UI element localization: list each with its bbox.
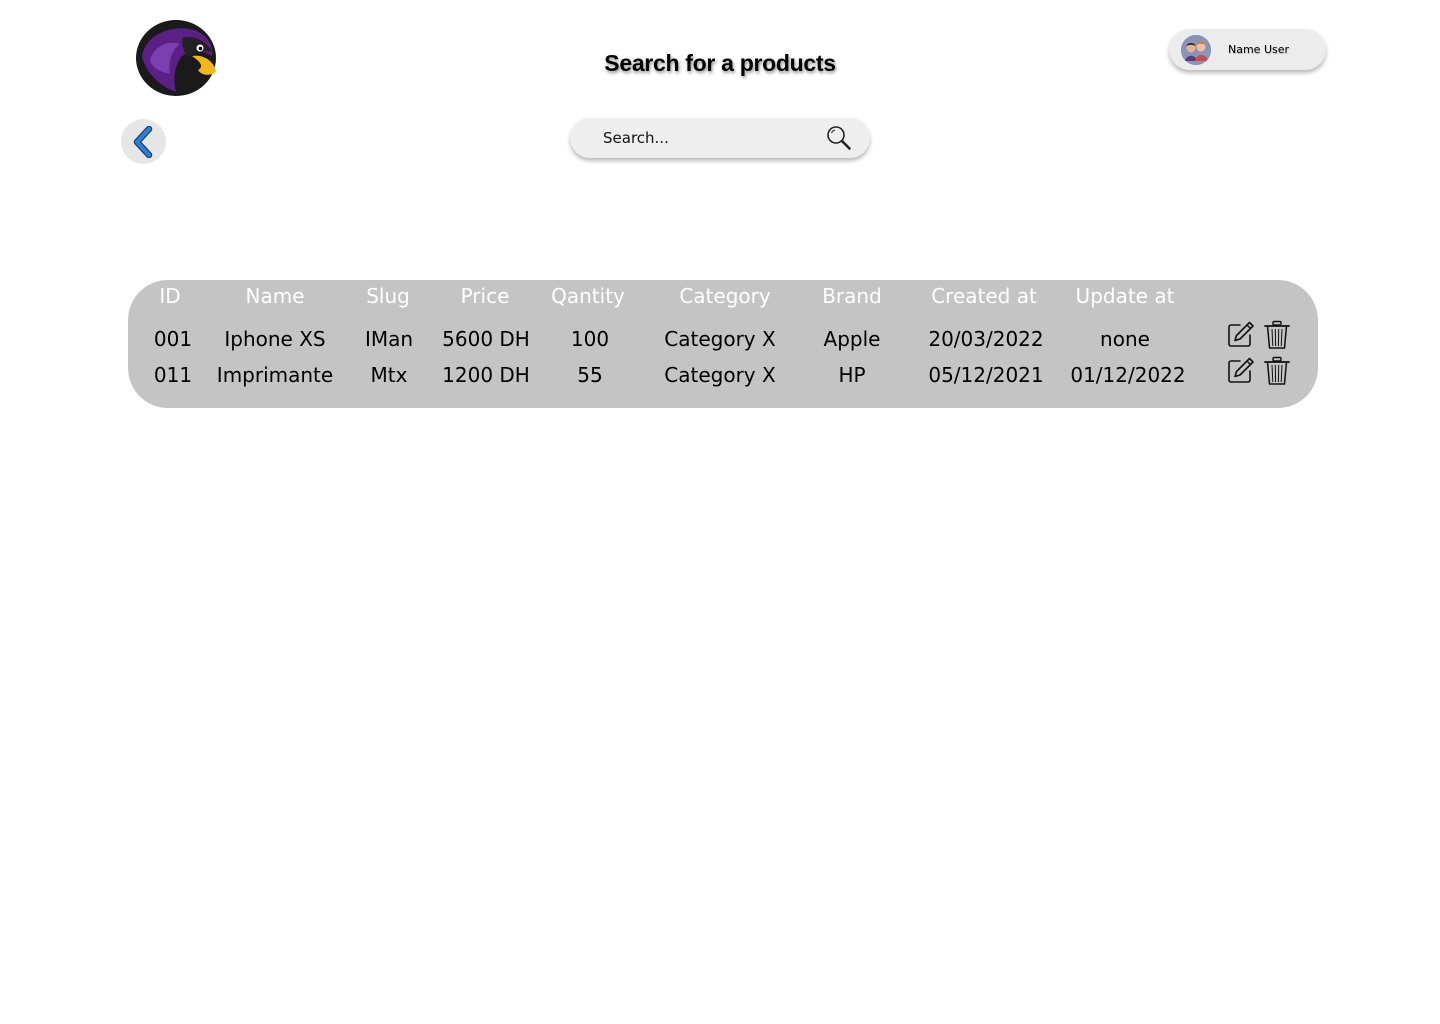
cell-created-at: 05/12/2021 xyxy=(928,363,1044,387)
cell-name: Imprimante xyxy=(216,363,334,387)
cell-update-at: none xyxy=(1100,327,1150,351)
column-header-quantity[interactable]: Qantity xyxy=(551,286,625,306)
search-input[interactable] xyxy=(603,123,813,153)
cell-slug: IMan xyxy=(364,327,414,351)
page: Search for a products Name User Search..… xyxy=(0,0,1440,1024)
search-icon[interactable] xyxy=(825,124,853,152)
user-menu[interactable]: Name User xyxy=(1169,29,1326,70)
column-header-category[interactable]: Category xyxy=(679,286,770,306)
edit-icon[interactable] xyxy=(1225,356,1255,386)
back-button[interactable] xyxy=(121,119,166,164)
cell-id: 001 xyxy=(153,327,193,351)
cell-created-at: 20/03/2022 xyxy=(928,327,1044,351)
cell-price: 1200 DH xyxy=(442,363,530,387)
user-name: Name User xyxy=(1228,43,1290,56)
row-actions xyxy=(1225,356,1292,386)
cell-brand: Apple xyxy=(823,327,881,351)
cell-category: Category X xyxy=(664,363,776,387)
user-avatar-icon xyxy=(1181,34,1211,65)
column-header-id[interactable]: ID xyxy=(159,286,180,306)
cell-update-at: 01/12/2022 xyxy=(1070,363,1186,387)
column-header-brand[interactable]: Brand xyxy=(822,286,882,306)
cell-slug: Mtx xyxy=(370,363,408,387)
row-actions xyxy=(1225,320,1292,350)
cell-quantity: 55 xyxy=(577,363,603,387)
column-header-price[interactable]: Price xyxy=(461,286,510,306)
cell-category: Category X xyxy=(664,327,776,351)
cell-name: Iphone XS xyxy=(224,327,326,351)
edit-icon[interactable] xyxy=(1225,320,1255,350)
products-table: ID Name Slug Price Qantity Category Bran… xyxy=(128,280,1318,408)
search-bar xyxy=(570,118,870,158)
column-header-slug[interactable]: Slug xyxy=(366,286,410,306)
column-header-update-at[interactable]: Update at xyxy=(1076,286,1175,306)
trash-icon[interactable] xyxy=(1262,320,1292,350)
cell-id: 011 xyxy=(153,363,193,387)
cell-brand: HP xyxy=(838,363,866,387)
cell-price: 5600 DH xyxy=(442,327,530,351)
trash-icon[interactable] xyxy=(1262,356,1292,386)
cell-quantity: 100 xyxy=(570,327,610,351)
column-header-created-at[interactable]: Created at xyxy=(931,286,1037,306)
column-header-name[interactable]: Name xyxy=(245,286,304,306)
chevron-left-icon xyxy=(133,125,152,158)
